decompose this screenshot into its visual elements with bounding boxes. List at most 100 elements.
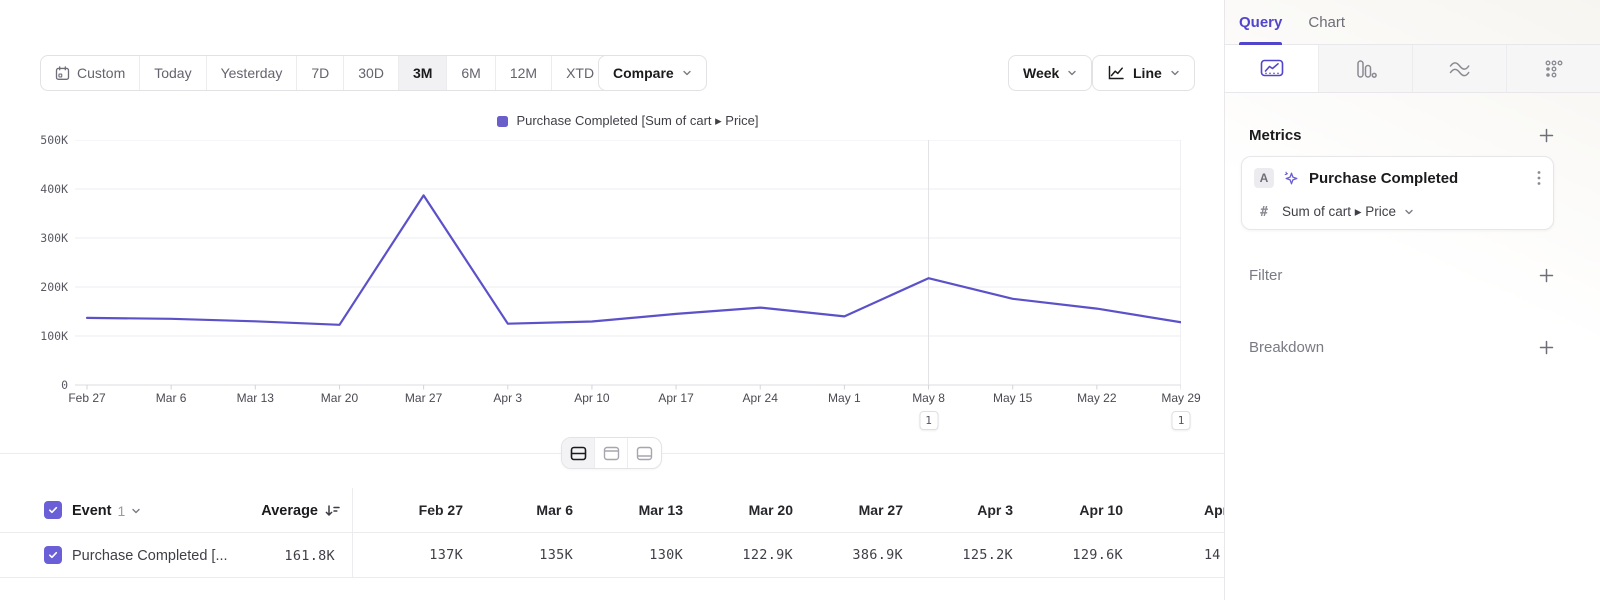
metric-letter-badge: A xyxy=(1254,168,1274,188)
line-chart-icon xyxy=(1107,65,1125,81)
chevron-down-icon xyxy=(1170,68,1180,78)
y-axis-labels: 0100K200K300K400K500K xyxy=(24,140,68,385)
row-series-name: Purchase Completed [... xyxy=(72,533,228,578)
kebab-menu-icon[interactable] xyxy=(1537,170,1541,186)
x-tick-label: May 22 xyxy=(1077,391,1116,405)
chart-type-button[interactable]: Line xyxy=(1092,55,1195,91)
range-12m[interactable]: 12M xyxy=(496,56,552,90)
granularity-button[interactable]: Week xyxy=(1008,55,1092,91)
date-column-header[interactable]: Mar 13 xyxy=(573,488,683,533)
date-column-values: 137K135K130K122.9K386.9K125.2K129.6K14 xyxy=(353,533,1224,578)
select-all-checkbox[interactable] xyxy=(44,501,62,519)
report-canvas: CustomToday Yesterday 7D 30D 3M6M 12M XTD Comp… xyxy=(0,0,1224,600)
range-custom[interactable]: Custom xyxy=(41,56,140,90)
series-legend-label: Purchase Completed [Sum of cart ▸ Price] xyxy=(516,113,758,129)
x-tick-label: May 1 xyxy=(828,391,861,405)
x-tick-label: Apr 24 xyxy=(743,391,778,405)
aggregation-label: Sum of cart ▸ Price xyxy=(1282,204,1396,220)
y-tick-label: 0 xyxy=(61,378,68,392)
date-column-header[interactable]: Feb 27 xyxy=(353,488,463,533)
cell-value: 135K xyxy=(463,533,573,578)
x-tick-label: Mar 27 xyxy=(405,391,442,405)
calendar-icon xyxy=(55,66,70,81)
range-30d[interactable]: 30D xyxy=(344,56,399,90)
date-column-headers: Feb 27Mar 6Mar 13Mar 20Mar 27Apr 3Apr 10… xyxy=(353,488,1224,533)
panel-bottom-toggle[interactable] xyxy=(628,438,661,468)
range-3m[interactable]: 3M xyxy=(399,56,447,90)
date-column-header[interactable]: Mar 27 xyxy=(793,488,903,533)
range-6m[interactable]: 6M xyxy=(447,56,495,90)
annotation-badge[interactable]: 1 xyxy=(919,411,938,430)
x-tick-label: Mar 6 xyxy=(156,391,187,405)
range-label: 12M xyxy=(510,65,537,81)
metric-card[interactable]: A Purchase Completed # Sum of cart ▸ Pri… xyxy=(1241,156,1554,230)
table-header-row: Event 1 Average Feb 27Mar 6Mar 13Mar 20M… xyxy=(0,488,1224,533)
flows-icon xyxy=(1449,60,1470,78)
tab-chart[interactable]: Chart xyxy=(1308,0,1345,45)
compare-button[interactable]: Compare xyxy=(598,55,707,91)
metrics-section-header: Metrics xyxy=(1249,124,1554,146)
range-label: XTD xyxy=(566,65,594,81)
layout-toggle-group xyxy=(561,437,662,469)
retention-report-button[interactable] xyxy=(1506,45,1600,92)
cell-value: 125.2K xyxy=(903,533,1013,578)
add-metric-button[interactable] xyxy=(1539,128,1554,143)
x-tick-label: Mar 13 xyxy=(237,391,274,405)
insights-report-button[interactable] xyxy=(1225,45,1318,92)
event-column-header[interactable]: Event 1 xyxy=(72,488,141,533)
split-view-toggle[interactable] xyxy=(562,438,595,468)
clipped-date-column-header[interactable]: Apr xyxy=(1204,488,1224,533)
granularity-label: Week xyxy=(1023,65,1059,81)
x-tick-label: Feb 27 xyxy=(68,391,105,405)
table-row[interactable]: Purchase Completed [... 161.8K 137K135K1… xyxy=(0,533,1224,578)
cell-value: 122.9K xyxy=(683,533,793,578)
x-tick-label: Mar 20 xyxy=(321,391,358,405)
compare-label: Compare xyxy=(613,65,674,81)
report-type-switcher xyxy=(1225,45,1600,93)
average-label: Average xyxy=(261,503,318,519)
cell-value: 130K xyxy=(573,533,683,578)
split-view-icon xyxy=(570,446,587,461)
x-tick-label: Apr 17 xyxy=(658,391,693,405)
range-label: 30D xyxy=(358,65,384,81)
y-tick-label: 400K xyxy=(40,182,68,196)
date-column-header[interactable]: Mar 20 xyxy=(683,488,793,533)
add-filter-button[interactable] xyxy=(1539,268,1554,283)
range-7d[interactable]: 7D xyxy=(297,56,344,90)
chart-plot-area[interactable] xyxy=(75,140,1181,390)
numeric-aggregation-icon: # xyxy=(1254,205,1274,220)
panel-top-toggle[interactable] xyxy=(595,438,628,468)
chart-type-label: Line xyxy=(1133,65,1162,81)
query-panel: Query Chart Metrics xyxy=(1224,0,1600,600)
cell-value: 129.6K xyxy=(1013,533,1123,578)
annotation-badge[interactable]: 1 xyxy=(1172,411,1191,430)
range-today[interactable]: Today xyxy=(140,56,206,90)
row-average-value: 161.8K xyxy=(228,533,335,578)
cell-value: 137K xyxy=(353,533,463,578)
flows-report-button[interactable] xyxy=(1412,45,1506,92)
add-breakdown-button[interactable] xyxy=(1539,340,1554,355)
chart-legend: Purchase Completed [Sum of cart ▸ Price] xyxy=(75,113,1181,129)
x-tick-label: May 29 xyxy=(1161,391,1200,405)
insights-icon xyxy=(1260,59,1284,79)
metrics-title: Metrics xyxy=(1249,127,1302,144)
breakdown-section-header: Breakdown xyxy=(1249,336,1554,358)
average-column-header[interactable]: Average xyxy=(228,488,340,533)
y-tick-label: 500K xyxy=(40,133,68,147)
range-yesterday[interactable]: Yesterday xyxy=(207,56,298,90)
event-count: 1 xyxy=(118,503,126,519)
chevron-down-icon xyxy=(131,506,141,516)
range-label: Yesterday xyxy=(221,65,283,81)
funnels-report-button[interactable] xyxy=(1318,45,1412,92)
date-column-header[interactable]: Apr 10 xyxy=(1013,488,1123,533)
metric-aggregation-selector[interactable]: # Sum of cart ▸ Price xyxy=(1242,199,1553,225)
tab-query[interactable]: Query xyxy=(1239,0,1282,45)
date-column-header[interactable]: Apr 3 xyxy=(903,488,1013,533)
annotation-markers: 11 xyxy=(75,411,1181,431)
event-label: Event xyxy=(72,503,112,519)
chevron-down-icon xyxy=(1067,68,1077,78)
cell-value: 386.9K xyxy=(793,533,903,578)
date-column-header[interactable]: Mar 6 xyxy=(463,488,573,533)
row-checkbox[interactable] xyxy=(44,546,62,564)
x-tick-label: May 15 xyxy=(993,391,1032,405)
